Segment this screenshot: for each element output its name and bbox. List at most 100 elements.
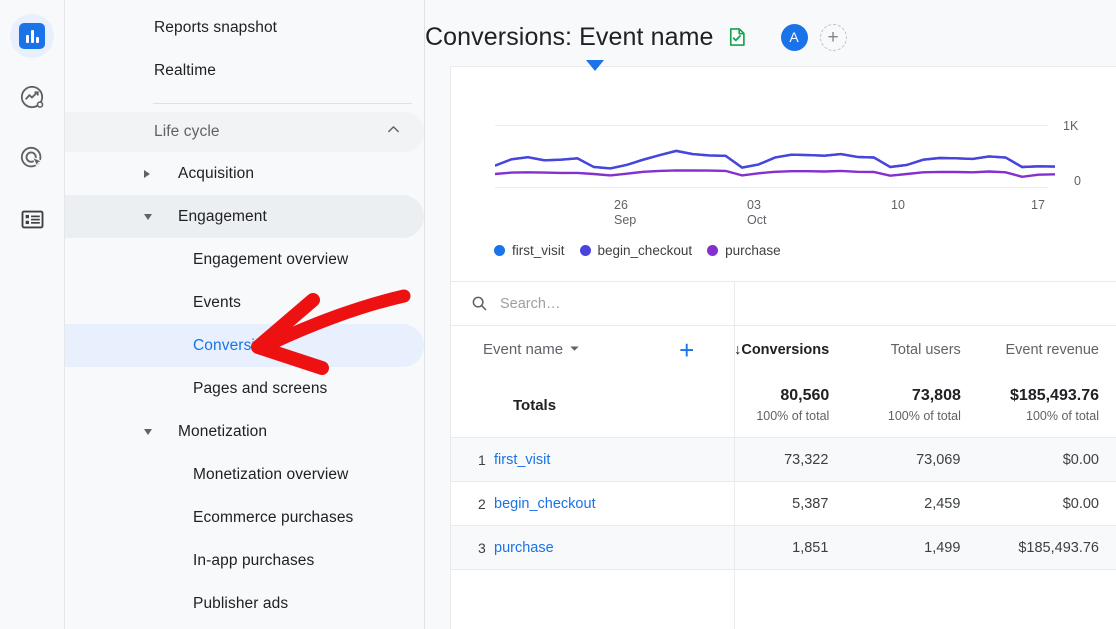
row-rank: 1 [451,452,494,468]
row-rank: 3 [451,540,494,556]
add-dimension-button[interactable]: + [679,337,694,363]
column-header-event-revenue[interactable]: Event revenue [979,342,1116,358]
chart-xtick-0: 26 Sep [614,198,636,228]
sidebar-group-label: Monetization [65,423,267,441]
row-event-revenue: $185,493.76 [978,540,1116,556]
page-header: Conversions: Event name A + [425,0,1116,74]
sidebar-item-events[interactable]: Events [65,281,424,324]
sidebar-item-conversions[interactable]: Conversions [65,324,424,367]
xtick-month: Sep [614,213,636,227]
sidebar-group-label: Engagement [65,208,267,226]
table-header-row: Event name + ↓Conversions Total users Ev… [451,326,1116,373]
sidebar-section-life-cycle[interactable]: Life cycle [65,112,424,152]
legend-label: begin_checkout [598,243,693,258]
legend-item-purchase[interactable]: purchase [707,243,781,258]
add-comparison-button[interactable]: + [820,24,847,51]
legend-dot-icon [707,245,718,256]
totals-label: Totals [451,397,720,414]
table-column-divider [734,281,735,629]
sidebar-group-label: Acquisition [65,165,254,183]
chart-ytick-1k: 1K [1063,119,1078,133]
column-header-total-users[interactable]: Total users [847,342,979,358]
sidebar-item-realtime[interactable]: Realtime [65,49,424,92]
sidebar-item-publisher-ads[interactable]: Publisher ads [65,582,424,625]
rail-item-library[interactable] [10,197,54,241]
legend-item-first-visit[interactable]: first_visit [494,243,565,258]
sidebar-item-label: Publisher ads [65,595,288,613]
sidebar-item-reports-snapshot[interactable]: Reports snapshot [65,6,424,49]
table-row[interactable]: 3 purchase 1,851 1,499 $185,493.76 [451,526,1116,569]
search-input[interactable] [500,296,680,312]
chart-xtick-3: 17 [1031,198,1045,213]
row-event-name[interactable]: first_visit [494,452,719,468]
row-event-name[interactable]: begin_checkout [494,496,719,512]
table-row[interactable]: 1 first_visit 73,322 73,069 $0.00 [451,438,1116,481]
search-icon [471,295,488,312]
sidebar-item-in-app-purchases[interactable]: In-app purchases [65,539,424,582]
dimension-header-cell: Event name + [451,337,720,363]
legend-dot-icon [494,245,505,256]
chevron-up-icon [385,121,402,143]
sidebar-group-monetization[interactable]: Monetization [65,410,424,453]
document-check-green-icon[interactable] [726,26,748,48]
dimension-label: Event name [483,341,563,358]
sidebar-item-label: In-app purchases [65,552,314,570]
chevron-down-blue-icon [586,60,604,71]
sidebar-item-pages-and-screens[interactable]: Pages and screens [65,367,424,410]
row-rank: 2 [451,496,494,512]
sidebar-item-monetization-overview[interactable]: Monetization overview [65,453,424,496]
report-card: 1K 0 26 Sep 03 Oct 10 [450,66,1116,629]
legend-dot-icon [580,245,591,256]
sidebar-nav: Reports snapshot Realtime Life cycle Acq… [64,0,425,629]
table-row-border [451,569,1116,570]
avatar[interactable]: A [781,24,808,51]
row-conversions: 5,387 [719,496,846,512]
triangle-down-icon [144,214,152,220]
legend-item-begin-checkout[interactable]: begin_checkout [580,243,693,258]
sidebar-group-acquisition[interactable]: Acquisition [65,152,424,195]
sidebar-item-ecommerce-purchases[interactable]: Ecommerce purchases [65,496,424,539]
rail-item-advertising[interactable] [10,136,54,180]
totals-subtext: 100% of total [847,409,961,423]
row-event-name[interactable]: purchase [494,540,719,556]
sidebar-item-label: Engagement overview [65,251,348,269]
sidebar-group-engagement[interactable]: Engagement [65,195,424,238]
table-search-row [451,282,1116,325]
row-conversions: 73,322 [719,452,846,468]
analytics-app: Reports snapshot Realtime Life cycle Acq… [0,0,1116,629]
totals-value: $185,493.76 [979,387,1099,405]
xtick-day: 26 [614,198,628,212]
rail-item-reports[interactable] [10,14,54,58]
library-list-icon [20,207,45,232]
page-title: Conversions: Event name [425,23,714,52]
table-row[interactable]: 2 begin_checkout 5,387 2,459 $0.00 [451,482,1116,525]
row-total-users: 2,459 [846,496,978,512]
dimension-selector[interactable]: Event name [483,341,580,358]
table-totals-row: Totals 80,560 100% of total 73,808 100% … [451,373,1116,437]
rail-item-explore[interactable] [10,75,54,119]
sidebar-item-engagement-overview[interactable]: Engagement overview [65,238,424,281]
legend-label: first_visit [512,243,565,258]
column-header-conversions[interactable]: ↓Conversions [720,342,847,358]
chart-legend: first_visit begin_checkout purchase [494,243,781,258]
sidebar-item-label: Pages and screens [65,380,327,398]
row-total-users: 1,499 [846,540,978,556]
conversions-line-chart: 1K 0 26 Sep 03 Oct 10 [451,67,1116,267]
totals-subtext: 100% of total [979,409,1099,423]
triangle-right-icon [144,170,150,178]
totals-total-users: 73,808 100% of total [847,387,979,423]
row-event-revenue: $0.00 [978,496,1116,512]
chart-ytick-0: 0 [1074,174,1081,188]
chart-plot-area [495,125,1055,195]
totals-event-revenue: $185,493.76 100% of total [979,387,1116,423]
totals-subtext: 100% of total [720,409,829,423]
sidebar-section-label: Life cycle [65,123,220,141]
row-total-users: 73,069 [846,452,978,468]
sidebar-divider [153,103,412,104]
advertising-target-cursor-icon [19,145,45,171]
chevron-down-icon [569,341,580,358]
sidebar-item-label: Realtime [65,62,216,80]
chart-x-axis: 26 Sep 03 Oct 10 17 [451,198,1116,232]
xtick-month: Oct [747,213,766,227]
search-cell[interactable] [451,295,734,312]
